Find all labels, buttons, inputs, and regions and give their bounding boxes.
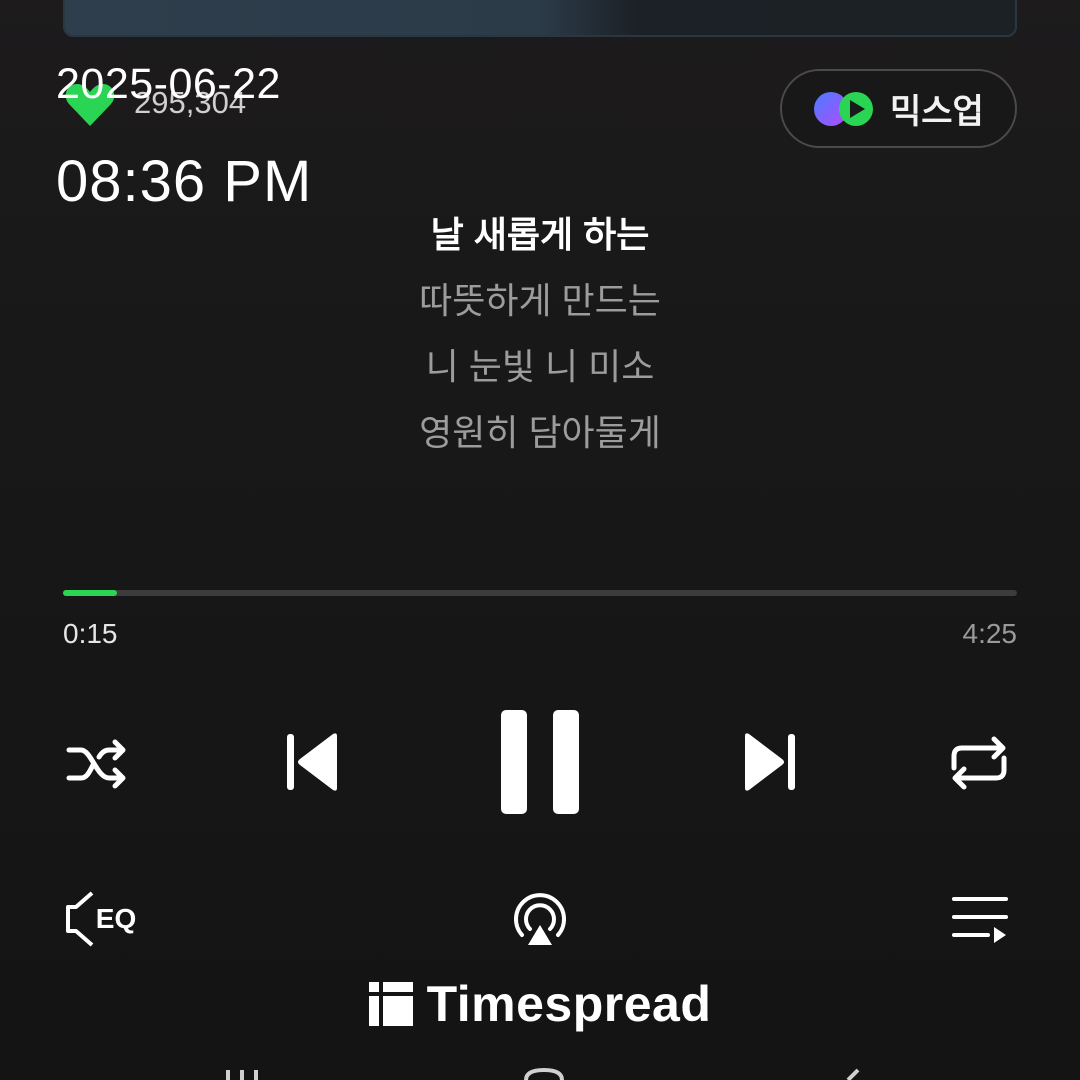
- equalizer-label: EQ: [95, 903, 137, 934]
- playlist-button[interactable]: [948, 892, 1012, 948]
- album-art[interactable]: [63, 0, 1017, 37]
- mixup-icon: [814, 91, 873, 126]
- seek-bar-progress: [63, 590, 118, 596]
- shuffle-icon: [66, 739, 126, 789]
- lyric-line: 니 눈빛 니 미소: [425, 346, 655, 387]
- cast-button[interactable]: [508, 890, 572, 952]
- music-player-screen: 2025-06-22 08:36 PM 295,304 믹스업 날 새롭게 하는…: [0, 0, 1080, 1080]
- timespread-watermark: Timespread: [0, 975, 1080, 1033]
- back-icon: [846, 1068, 860, 1080]
- seek-bar[interactable]: [63, 590, 1017, 596]
- repeat-icon: [951, 736, 1007, 790]
- cast-icon: [514, 893, 566, 945]
- previous-icon: [287, 733, 337, 791]
- lyric-line: 따뜻하게 만드는: [419, 280, 661, 321]
- elapsed-time: 0:15: [63, 618, 118, 649]
- pause-icon: [501, 710, 579, 814]
- lyric-line-current: 날 새롭게 하는: [430, 214, 650, 255]
- recent-apps-button[interactable]: [222, 1064, 262, 1080]
- timespread-logo-icon: [368, 982, 413, 1026]
- shuffle-button[interactable]: [62, 734, 134, 794]
- lyric-line: 영원히 담아둘게: [419, 412, 661, 453]
- timestamp-date: 2025-06-22: [56, 60, 281, 108]
- timestamp-time: 08:36 PM: [56, 149, 313, 214]
- home-icon: [524, 1067, 564, 1080]
- lyrics-panel[interactable]: 날 새롭게 하는 따뜻하게 만드는 니 눈빛 니 미소 영원히 담아둘게: [0, 206, 1080, 470]
- repeat-button[interactable]: [946, 732, 1012, 794]
- mixup-button[interactable]: 믹스업: [780, 69, 1017, 148]
- previous-button[interactable]: [280, 728, 344, 796]
- next-button[interactable]: [738, 728, 802, 796]
- speaker-icon: [65, 891, 94, 947]
- home-button[interactable]: [520, 1064, 568, 1080]
- playlist-icon: [952, 897, 1008, 943]
- next-icon: [745, 733, 795, 791]
- mixup-label: 믹스업: [890, 93, 984, 131]
- timespread-name: Timespread: [426, 976, 712, 1032]
- equalizer-button[interactable]: EQ: [60, 888, 140, 950]
- back-button[interactable]: [830, 1064, 866, 1080]
- recent-apps-icon: [226, 1070, 258, 1080]
- pause-button[interactable]: [496, 705, 584, 819]
- total-time: 4:25: [962, 618, 1018, 649]
